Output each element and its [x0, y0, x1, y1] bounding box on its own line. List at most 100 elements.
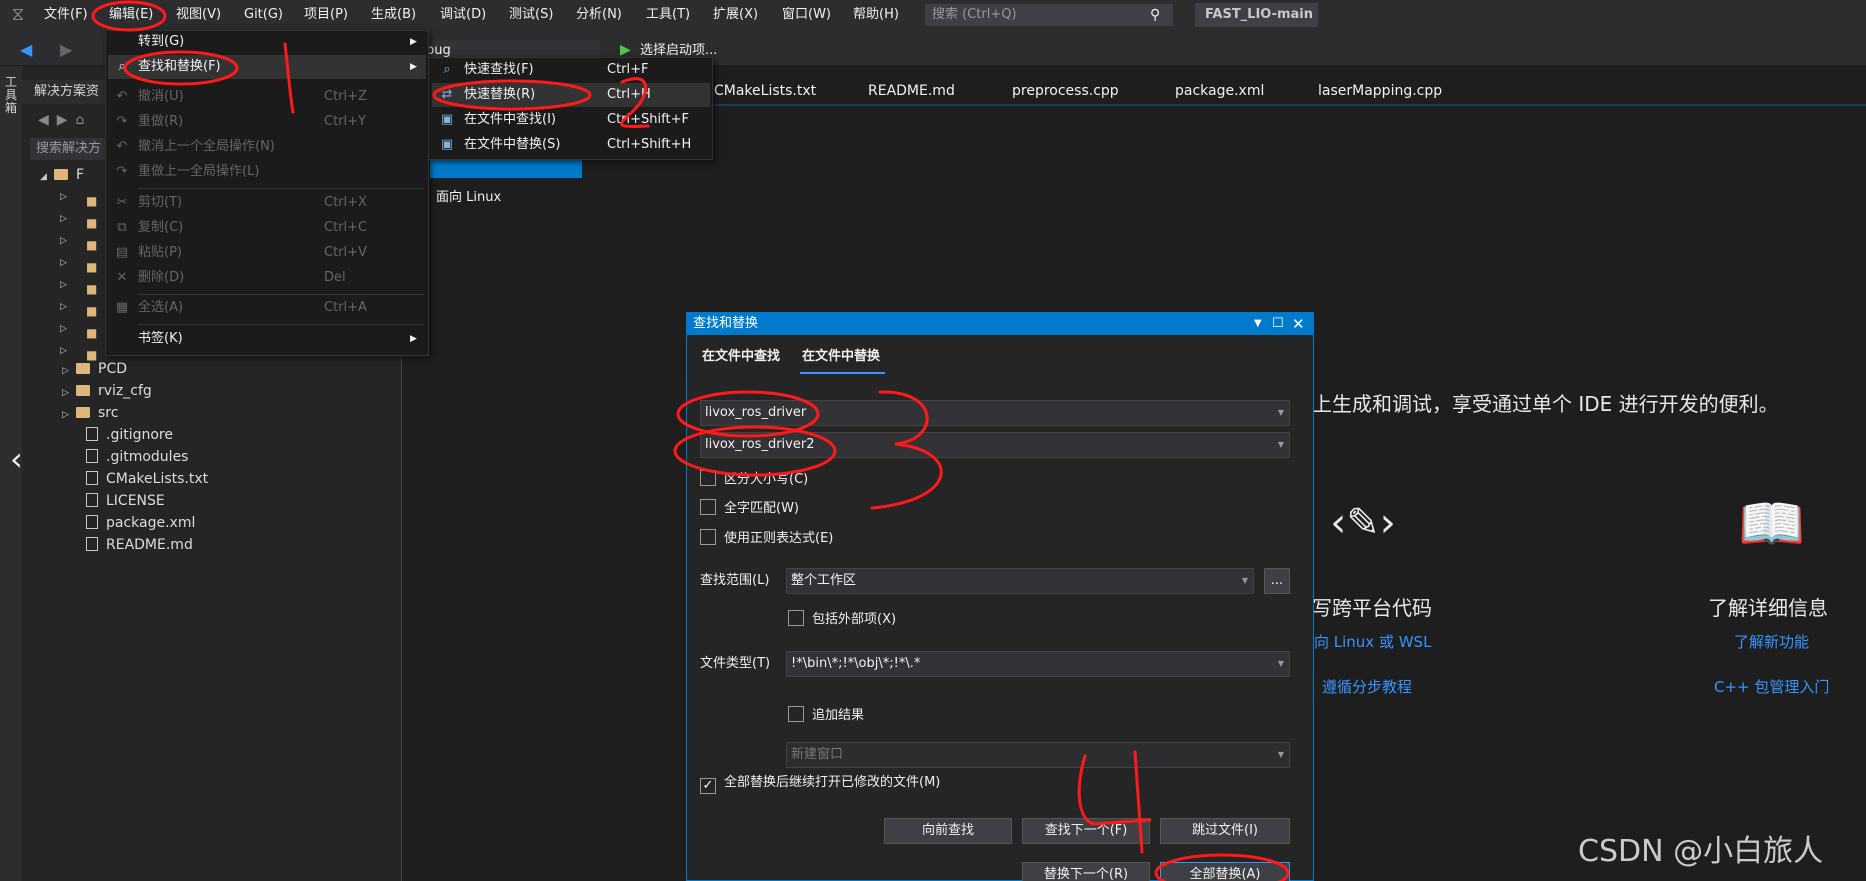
tab-replace-in-files[interactable]: 在文件中替换	[802, 345, 880, 369]
tree-item-readme[interactable]: README.md	[86, 534, 193, 556]
package-manager-link[interactable]: C++ 包管理入门	[1714, 676, 1829, 697]
solution-explorer-toolbar-icons[interactable]: ◀▶⌂	[38, 112, 92, 128]
tree-item-pcd[interactable]: ▷ PCD	[62, 358, 127, 380]
menu-analyze[interactable]: 分析(N)	[576, 0, 622, 30]
csdn-watermark: CSDN @小白旅人	[1578, 834, 1824, 869]
menu-item-find-replace[interactable]: ⌕ 查找和替换(F) ▶	[108, 55, 426, 79]
start-debug-icon[interactable]: ▶	[620, 42, 631, 58]
search-icon[interactable]: ⚲	[1150, 6, 1168, 24]
menu-item-undo[interactable]: ↶ 撤消(U) Ctrl+Z	[108, 85, 426, 109]
look-in-dropdown[interactable]: 整个工作区 ▼	[786, 568, 1254, 594]
tab-preprocess[interactable]: preprocess.cpp	[1012, 80, 1119, 102]
chevron-down-icon[interactable]: ▼	[1278, 433, 1284, 457]
menu-test[interactable]: 测试(S)	[509, 0, 553, 30]
tab-package-xml[interactable]: package.xml	[1175, 80, 1264, 102]
tree-item-package-xml[interactable]: package.xml	[86, 512, 195, 534]
back-icon[interactable]: ◀	[20, 40, 32, 59]
menu-build[interactable]: 生成(B)	[371, 0, 416, 30]
tree-item-cmakelists[interactable]: CMakeLists.txt	[86, 468, 208, 490]
chevron-down-icon[interactable]: ▼	[1242, 569, 1248, 593]
tree-item-rviz-cfg[interactable]: ▷ rviz_cfg	[62, 380, 152, 402]
menu-view[interactable]: 视图(V)	[176, 0, 221, 30]
tab-cmakelists[interactable]: CMakeLists.txt	[714, 80, 816, 102]
menu-debug[interactable]: 调试(D)	[440, 0, 486, 30]
linux-item-label[interactable]: 面向 Linux	[436, 186, 501, 205]
search-input[interactable]: 搜索 (Ctrl+Q)	[925, 4, 1173, 26]
results-window-dropdown[interactable]: 新建窗口 ▼	[786, 742, 1290, 768]
tree-item-license[interactable]: LICENSE	[86, 490, 165, 512]
submenu-quick-replace[interactable]: ⇄ 快速替换(R) Ctrl+H	[432, 83, 710, 107]
chevron-down-icon[interactable]: ▼	[1278, 652, 1284, 676]
toolbox-tab[interactable]: 工具箱	[5, 76, 19, 115]
submenu-replace-in-files[interactable]: ▣ 在文件中替换(S) Ctrl+Shift+H	[432, 133, 710, 157]
menu-item-cut[interactable]: ✂ 剪切(T) Ctrl+X	[108, 191, 426, 215]
menu-project[interactable]: 项目(P)	[304, 0, 348, 30]
tab-lasermapping[interactable]: laserMapping.cpp	[1318, 80, 1442, 102]
cross-platform-title: 写跨平台代码	[1312, 596, 1432, 620]
menu-git[interactable]: Git(G)	[244, 0, 283, 30]
find-next-button[interactable]: 查找下一个(F)	[1022, 818, 1150, 844]
find-previous-button[interactable]: 向前查找	[884, 818, 1012, 844]
tab-readme[interactable]: README.md	[868, 80, 955, 102]
skip-file-button[interactable]: 跳过文件(I)	[1160, 818, 1290, 844]
menu-window[interactable]: 窗口(W)	[782, 0, 831, 30]
collapsed-folder-arrows[interactable]: ▷ ▷ ▷ ▷ ▷ ▷ ▷ ▷	[60, 186, 80, 366]
match-case-checkbox[interactable]	[700, 470, 716, 486]
menu-item-redo[interactable]: ↷ 重做(R) Ctrl+Y	[108, 110, 426, 134]
folder-icon	[76, 407, 90, 418]
menu-file[interactable]: 文件(F)	[44, 0, 88, 30]
menu-edit[interactable]: 编辑(E)	[109, 0, 153, 30]
active-tab-indicator	[800, 372, 885, 374]
find-replace-dialog	[686, 312, 1314, 881]
submenu-find-in-files[interactable]: ▣ 在文件中查找(I) Ctrl+Shift+F	[432, 108, 710, 132]
menu-item-paste[interactable]: ▤ 粘贴(P) Ctrl+V	[108, 241, 426, 265]
menu-help[interactable]: 帮助(H)	[853, 0, 899, 30]
chevron-left-icon[interactable]: ‹	[10, 440, 23, 478]
regex-option[interactable]: 使用正则表达式(E)	[700, 528, 833, 550]
include-external-checkbox[interactable]	[788, 610, 804, 626]
step-by-step-link[interactable]: 遵循分步教程	[1322, 676, 1412, 697]
close-icon[interactable]: ✕	[1292, 313, 1305, 335]
whole-word-option[interactable]: 全字匹配(W)	[700, 498, 799, 520]
menu-extensions[interactable]: 扩展(X)	[713, 0, 758, 30]
keep-modified-open-checkbox[interactable]: ✓	[700, 778, 716, 794]
browse-folder-button[interactable]: ...	[1264, 568, 1290, 594]
find-in-files-icon: ▣	[440, 112, 454, 127]
selected-start-item[interactable]	[430, 160, 582, 178]
forward-icon[interactable]: ▶	[60, 40, 72, 59]
tree-item-src[interactable]: ▷ src	[62, 402, 118, 424]
menu-item-bookmarks[interactable]: 书签(K) ▶	[108, 327, 426, 351]
keep-modified-open-option[interactable]: ✓ 全部替换后继续打开已修改的文件(M)	[700, 772, 940, 794]
append-results-checkbox[interactable]	[788, 706, 804, 722]
maximize-icon[interactable]: ☐	[1272, 313, 1284, 335]
menu-tools[interactable]: 工具(T)	[646, 0, 690, 30]
menu-item-undo-global[interactable]: ↶ 撤消上一个全局操作(N)	[108, 135, 426, 159]
menu-item-goto[interactable]: 转到(G) ▶	[108, 30, 426, 54]
chevron-down-icon[interactable]: ▼	[1278, 743, 1284, 767]
menu-item-delete[interactable]: ✕ 删除(D) Del	[108, 266, 426, 290]
tab-find-in-files[interactable]: 在文件中查找	[702, 345, 780, 369]
whole-word-checkbox[interactable]	[700, 499, 716, 515]
whats-new-link[interactable]: 了解新功能	[1734, 631, 1809, 652]
match-case-option[interactable]: 区分大小写(C)	[700, 469, 808, 491]
replace-with-input[interactable]: livox_ros_driver2 ▼	[700, 432, 1290, 458]
linux-wsl-link[interactable]: 向 Linux 或 WSL	[1314, 631, 1431, 652]
find-what-input[interactable]: livox_ros_driver ▼	[700, 400, 1290, 426]
replace-all-button[interactable]: 全部替换(A)	[1160, 862, 1290, 881]
include-external-option[interactable]: 包括外部项(X)	[788, 609, 896, 631]
dropdown-icon[interactable]: ▼	[1254, 313, 1262, 335]
chevron-down-icon[interactable]: ▼	[1278, 401, 1284, 425]
tree-item-gitignore[interactable]: .gitignore	[86, 424, 173, 446]
menu-item-copy[interactable]: ⧉ 复制(C) Ctrl+C	[108, 216, 426, 240]
menu-item-redo-global[interactable]: ↷ 重做上一全局操作(L)	[108, 160, 426, 184]
regex-checkbox[interactable]	[700, 529, 716, 545]
append-results-option[interactable]: 追加结果	[788, 705, 864, 727]
replace-next-button[interactable]: 替换下一个(R)	[1022, 862, 1150, 881]
menu-item-select-all[interactable]: ▦ 全选(A) Ctrl+A	[108, 296, 426, 320]
file-types-input[interactable]: !*\bin\*;!*\obj\*;!*\.* ▼	[786, 651, 1290, 677]
tree-root[interactable]: ◢ F	[40, 164, 84, 186]
submenu-quick-find[interactable]: ⌕ 快速查找(F) Ctrl+F	[432, 58, 710, 82]
tree-item-gitmodules[interactable]: .gitmodules	[86, 446, 188, 468]
dialog-title[interactable]: 查找和替换	[687, 313, 1313, 335]
visual-studio-logo-icon[interactable]: ⧖	[6, 4, 30, 26]
